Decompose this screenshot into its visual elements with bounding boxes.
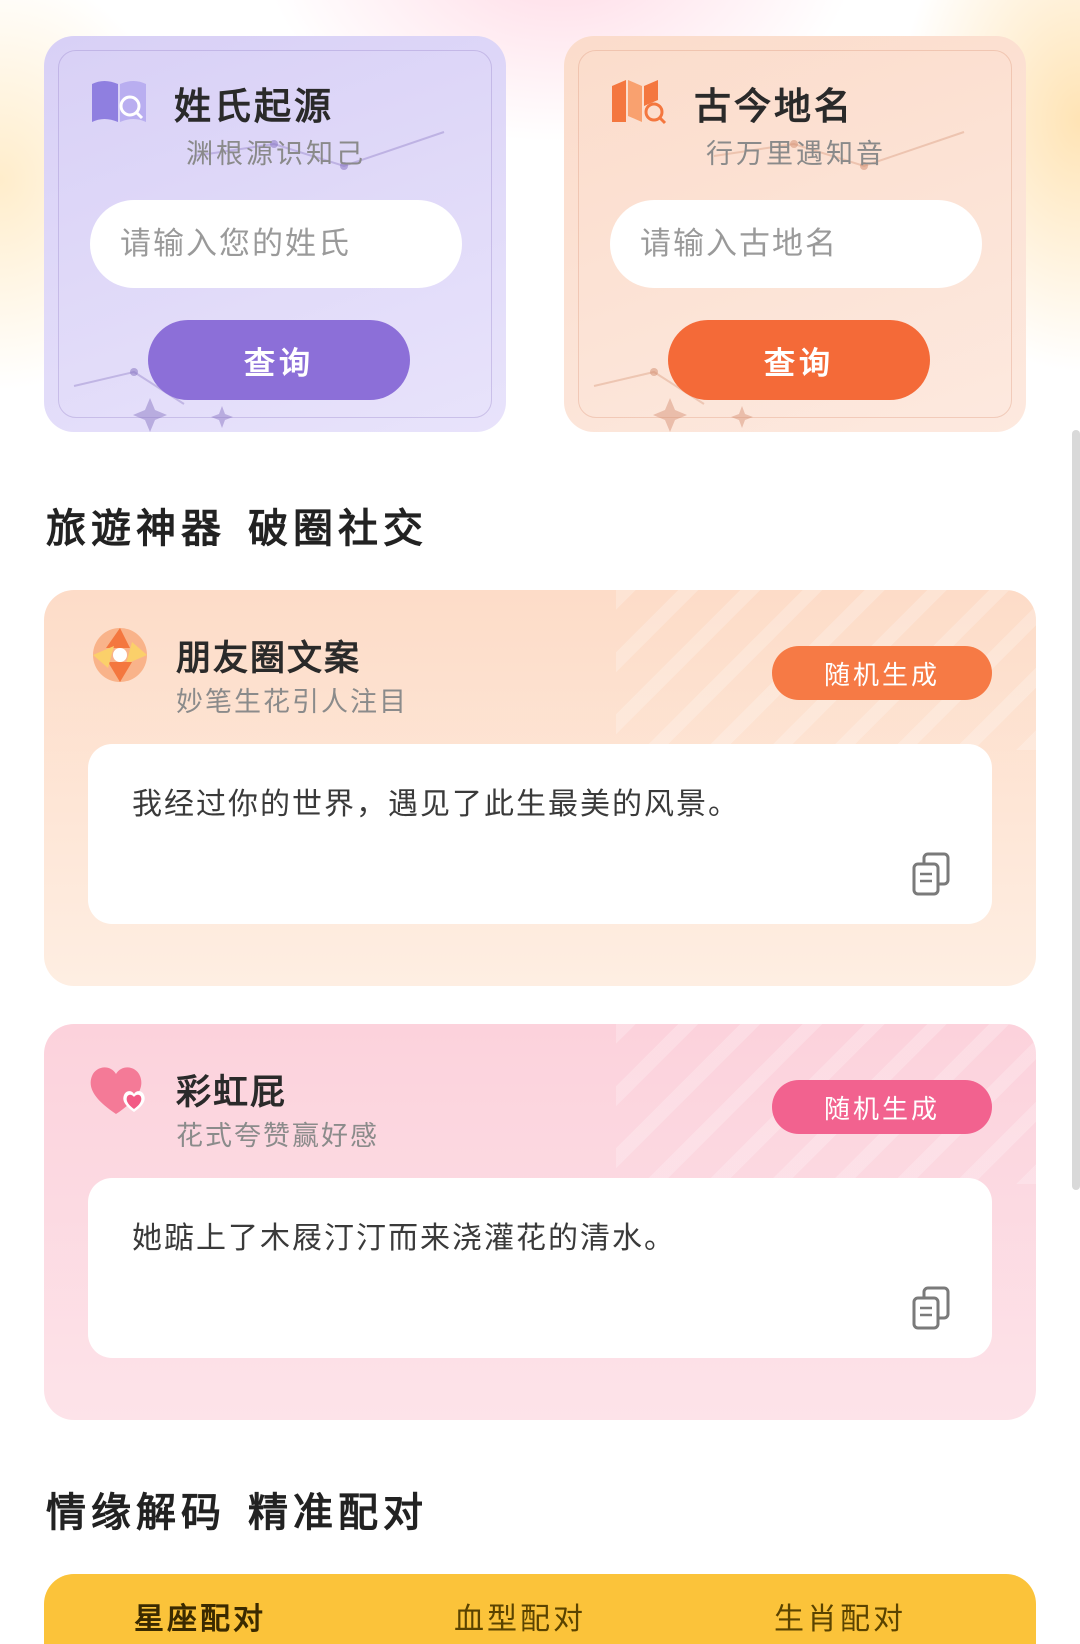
place-name-card: 古今地名 行万里遇知音 查询 [564,36,1026,432]
place-query-button[interactable]: 查询 [668,320,930,400]
moments-copy-card: 朋友圈文案 妙笔生花引人注目 随机生成 我经过你的世界，遇见了此生最美的风景。 [44,590,1036,986]
section-title-part: 精准配对 [248,1490,428,1536]
rainbow-random-generate-button[interactable]: 随机生成 [772,1080,992,1134]
tab-blood-type-match[interactable]: 血型配对 [454,1594,586,1638]
surname-query-button[interactable]: 查询 [148,320,410,400]
section-title-part: 情缘解码 [46,1490,226,1536]
moments-generated-text: 我经过你的世界，遇见了此生最美的风景。 [132,787,740,822]
book-search-icon [92,81,146,122]
section-title-part: 旅遊神器 [46,506,226,552]
place-card-title: 古今地名 [694,85,854,128]
moments-random-generate-button[interactable]: 随机生成 [772,646,992,700]
moments-text-box: 我经过你的世界，遇见了此生最美的风景。 [88,744,992,924]
rainbow-text-box: 她踮上了木屐汀汀而来浇灌花的清水。 [88,1178,992,1358]
place-name-input[interactable] [610,200,982,288]
copy-icon[interactable] [908,1284,956,1332]
surname-input[interactable] [90,200,462,288]
match-tabs: 星座配对 血型配对 生肖配对 [44,1574,1036,1644]
tab-constellation-match[interactable]: 星座配对 [134,1594,266,1638]
moments-card-title: 朋友圈文案 [176,639,362,679]
moments-card-subtitle: 妙笔生花引人注目 [176,687,408,718]
surname-origin-card: 姓氏起源 渊根源识知己 查询 [44,36,506,432]
rainbow-card-title: 彩虹屁 [176,1073,288,1113]
rainbow-card-subtitle: 花式夸赞赢好感 [176,1121,379,1152]
scrollbar[interactable] [1072,430,1080,1190]
tab-zodiac-match[interactable]: 生肖配对 [774,1594,906,1638]
section-title-part: 破圈社交 [248,506,428,552]
aperture-icon [93,628,147,682]
place-card-subtitle: 行万里遇知音 [706,139,886,170]
rainbow-generated-text: 她踮上了木屐汀汀而来浇灌花的清水。 [132,1221,676,1256]
section-title-travel: 旅遊神器 破圈社交 [46,496,428,554]
map-search-icon [612,80,667,125]
surname-card-title: 姓氏起源 [174,85,334,128]
heart-icon [90,1067,145,1114]
copy-icon[interactable] [908,850,956,898]
rainbow-compliment-card: 彩虹屁 花式夸赞赢好感 随机生成 她踮上了木屐汀汀而来浇灌花的清水。 [44,1024,1036,1420]
section-title-love: 情缘解码 精准配对 [46,1480,428,1538]
surname-card-subtitle: 渊根源识知己 [186,139,366,170]
